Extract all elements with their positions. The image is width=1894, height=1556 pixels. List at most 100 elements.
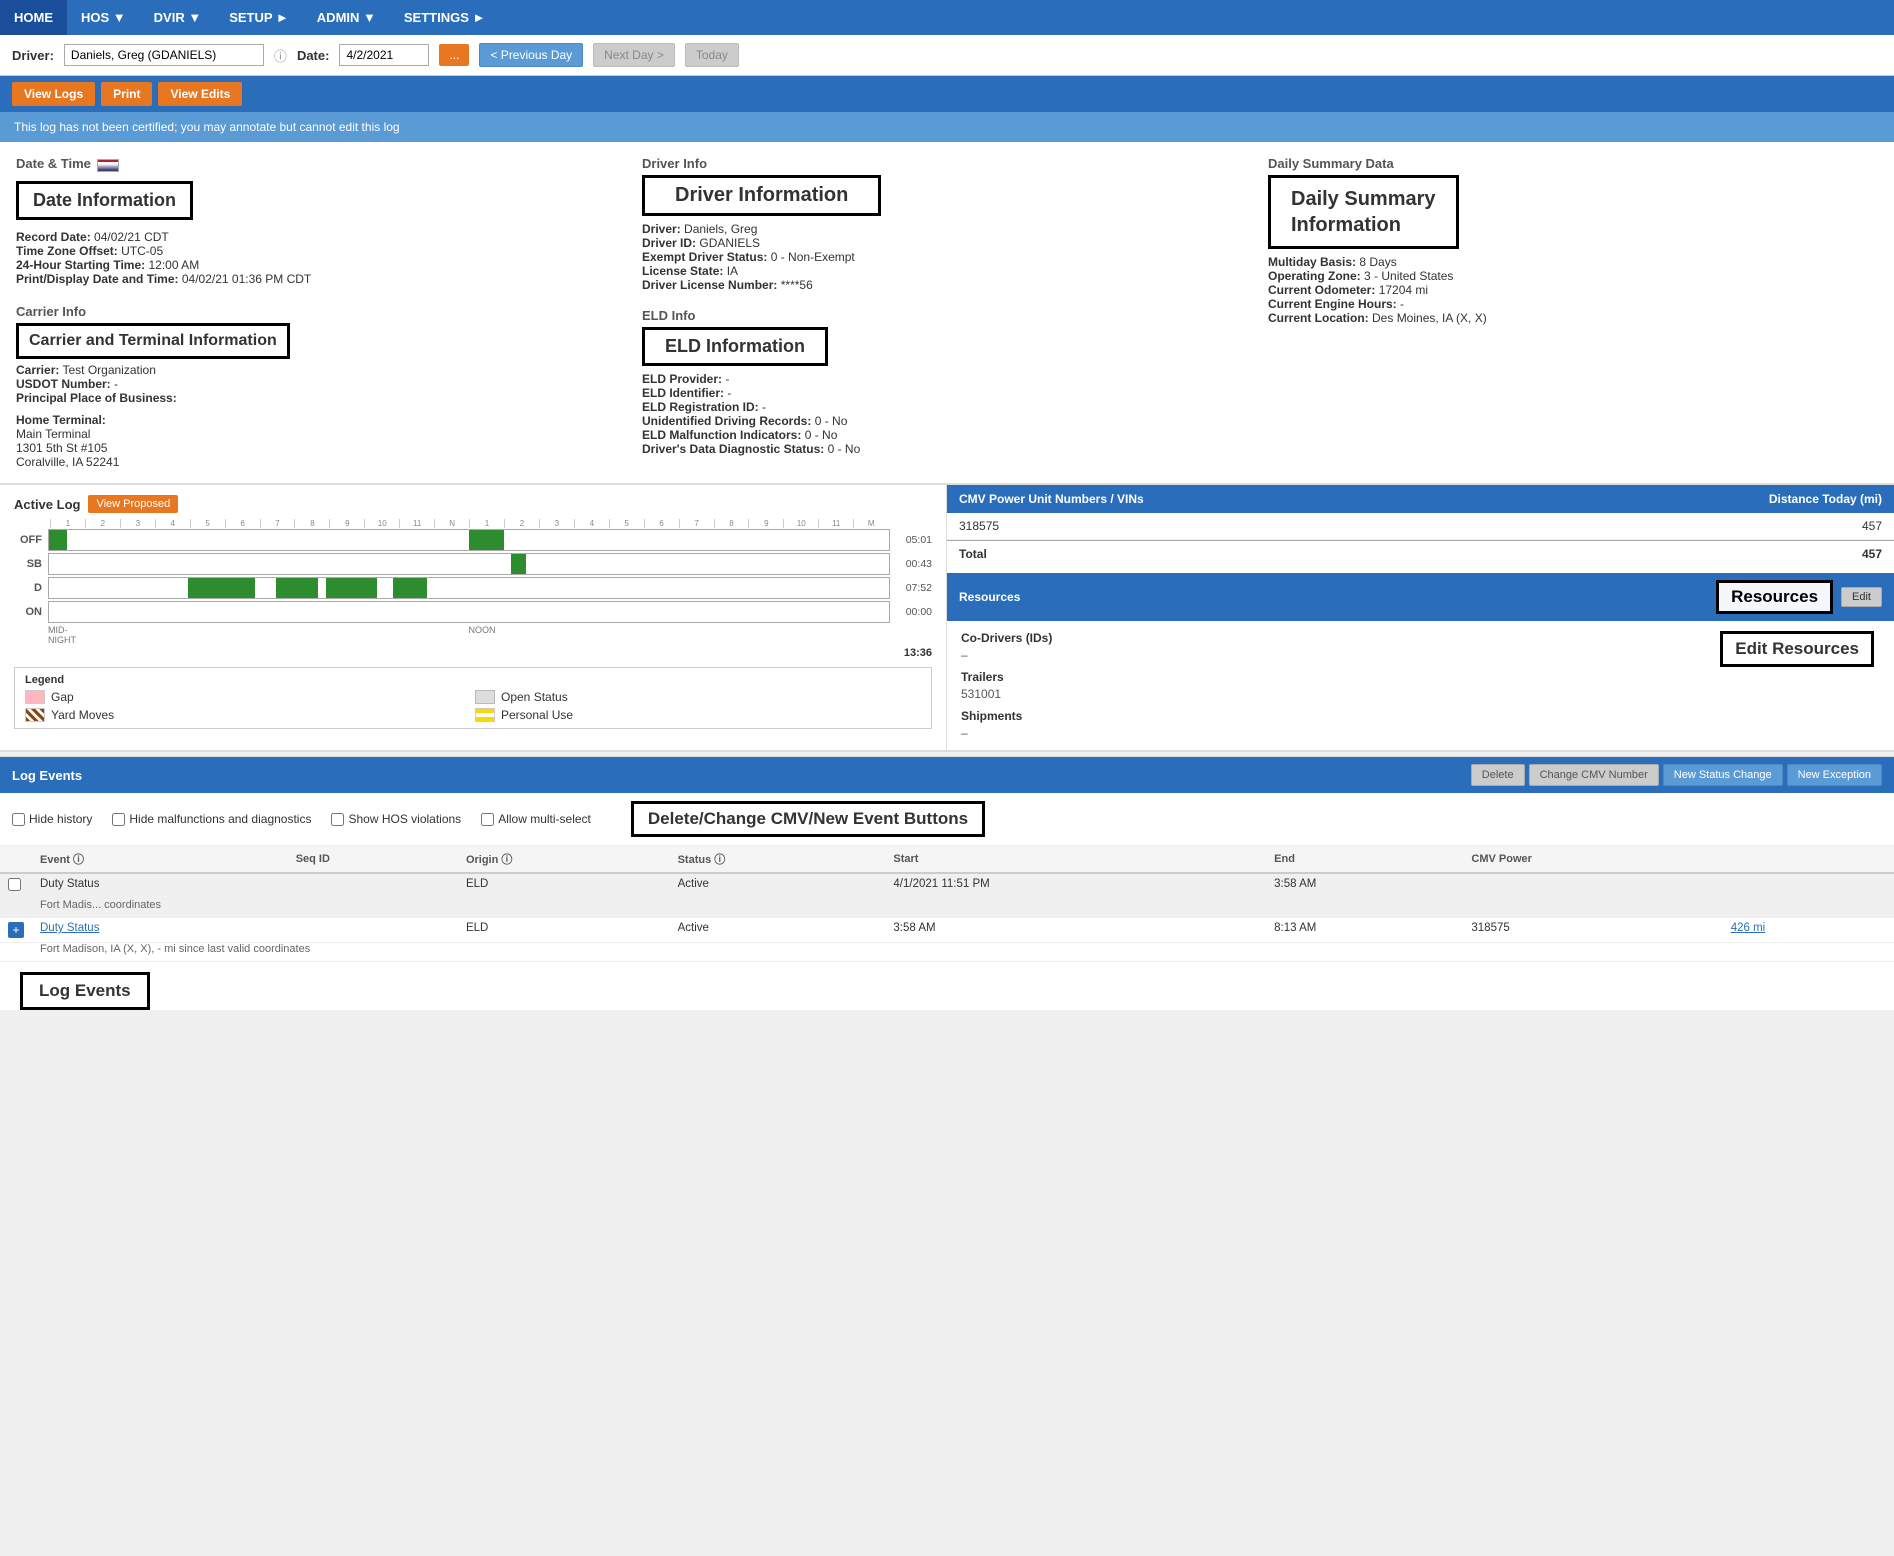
nav-settings[interactable]: SETTINGS ► — [390, 0, 500, 35]
add-row-icon[interactable]: + — [8, 922, 24, 938]
next-day-button: Next Day > — [593, 43, 675, 67]
date-input[interactable] — [339, 44, 429, 66]
cmv-row-total: Total 457 — [947, 540, 1894, 567]
row1-checkbox-cell — [0, 873, 32, 899]
filter-show-violations[interactable]: Show HOS violations — [331, 812, 461, 826]
trailers-label: Trailers — [961, 670, 1880, 684]
home-terminal-address1: 1301 5th St #105 — [16, 441, 626, 455]
right-panel: CMV Power Unit Numbers / VINs Distance T… — [947, 485, 1894, 750]
nav-setup[interactable]: SETUP ► — [215, 0, 303, 35]
record-date: Record Date: 04/02/21 CDT — [16, 230, 626, 244]
resources-annotation: Resources — [1716, 580, 1833, 614]
filter-hide-history[interactable]: Hide history — [12, 812, 92, 826]
active-log-label: Active Log — [14, 497, 80, 512]
notice-text: This log has not been certified; you may… — [14, 120, 400, 134]
view-edits-button[interactable]: View Edits — [158, 82, 242, 106]
trailers-value: 531001 — [961, 687, 1880, 701]
cmv-unit-0: 318575 — [959, 519, 1421, 533]
driver-id-field: Driver ID: GDANIELS — [642, 236, 1252, 250]
date-label: Date: — [297, 48, 330, 63]
exempt-status-field: Exempt Driver Status: 0 - Non-Exempt — [642, 250, 1252, 264]
nav-home[interactable]: HOME — [0, 0, 67, 35]
daily-summary-title: Daily Summary Data — [1268, 156, 1878, 171]
new-status-change-button[interactable]: New Status Change — [1663, 764, 1783, 786]
change-cmv-button[interactable]: Change CMV Number — [1529, 764, 1659, 786]
timezone-offset: Time Zone Offset: UTC-05 — [16, 244, 626, 258]
delete-button[interactable]: Delete — [1471, 764, 1525, 786]
table-sub-row: Fort Madis... coordinates — [0, 899, 1894, 918]
allow-multiselect-checkbox[interactable] — [481, 813, 494, 826]
row2-origin: ELD — [458, 918, 670, 943]
gap-label: Gap — [51, 690, 74, 704]
row1-cmv-power — [1463, 873, 1722, 899]
view-logs-button[interactable]: View Logs — [12, 82, 95, 106]
cmv-unit-total: Total — [959, 547, 1421, 561]
resources-header: Resources Resources Edit — [947, 573, 1894, 621]
row2-add-icon-cell: + — [0, 918, 32, 943]
hide-history-checkbox[interactable] — [12, 813, 25, 826]
legend: Legend Gap Open Status Yard Moves Person… — [14, 667, 932, 729]
hide-malfunctions-checkbox[interactable] — [112, 813, 125, 826]
legend-title: Legend — [25, 674, 921, 686]
personal-use-label: Personal Use — [501, 708, 573, 722]
eld-info-section: ELD Info ELD Information ELD Provider: -… — [642, 308, 1252, 456]
row2-status: Active — [670, 918, 886, 943]
date-picker-button[interactable]: ... — [439, 44, 469, 66]
shipments-value: – — [961, 726, 1880, 740]
starting-time: 24-Hour Starting Time: 12:00 AM — [16, 258, 626, 272]
row1-checkbox[interactable] — [8, 878, 21, 891]
col-cmv-power: CMV Power — [1463, 846, 1722, 873]
today-button: Today — [685, 43, 739, 67]
ppob: Principal Place of Business: — [16, 391, 626, 405]
log-filters: Hide history Hide malfunctions and diagn… — [0, 793, 1894, 846]
row1-distance — [1723, 873, 1894, 899]
row1-start: 4/1/2021 11:51 PM — [885, 873, 1266, 899]
delete-change-annotation: Delete/Change CMV/New Event Buttons — [631, 801, 985, 837]
edit-resources-button[interactable]: Edit — [1841, 587, 1882, 607]
col-status: Status ⓘ — [670, 846, 886, 873]
carrier-info-section: Carrier Info Carrier and Terminal Inform… — [16, 304, 626, 469]
driver-input[interactable] — [64, 44, 264, 66]
prev-day-button[interactable]: < Previous Day — [479, 43, 583, 67]
unidentified-records: Unidentified Driving Records: 0 - No — [642, 414, 1252, 428]
driver-label: Driver: — [12, 48, 54, 63]
driver-info-title: Driver Info — [642, 156, 1252, 171]
row2-event-link[interactable]: Duty Status — [40, 922, 99, 934]
print-date: Print/Display Date and Time: 04/02/21 01… — [16, 272, 626, 286]
col-distance — [1723, 846, 1894, 873]
log-events-section: Log Events Delete Change CMV Number New … — [0, 756, 1894, 1010]
cmv-section: CMV Power Unit Numbers / VINs Distance T… — [947, 485, 1894, 567]
chart-row-off: OFF 05:01 — [14, 529, 932, 551]
new-exception-button[interactable]: New Exception — [1787, 764, 1882, 786]
row2-distance-link[interactable]: 426 mi — [1731, 922, 1766, 934]
eld-reg-id: ELD Registration ID: - — [642, 400, 1252, 414]
filter-allow-multiselect[interactable]: Allow multi-select — [481, 812, 591, 826]
table-row: + Duty Status ELD Active 3:58 AM 8:13 AM… — [0, 918, 1894, 943]
action-bar: View Logs Print View Edits — [0, 76, 1894, 112]
cmv-distance-0: 457 — [1421, 519, 1883, 533]
carrier-name: Carrier: Test Organization — [16, 363, 626, 377]
print-button[interactable]: Print — [101, 82, 152, 106]
nav-hos[interactable]: HOS ▼ — [67, 0, 140, 35]
log-events-annotation-box: Log Events — [20, 972, 150, 1010]
driver-info-annotation: Driver Information — [642, 175, 881, 216]
log-events-buttons: Delete Change CMV Number New Status Chan… — [1471, 764, 1882, 786]
filter-hide-malfunctions[interactable]: Hide malfunctions and diagnostics — [112, 812, 311, 826]
chart-row-sb: SB 00:43 — [14, 553, 932, 575]
daily-summary-annotation: Daily SummaryInformation — [1268, 175, 1459, 249]
resources-section: Resources Resources Edit Edit Resources … — [947, 573, 1894, 750]
cmv-distance-total: 457 — [1421, 547, 1883, 561]
notice-bar: This log has not been certified; you may… — [0, 112, 1894, 142]
date-time-section: Date & Time Date Information Record Date… — [16, 156, 626, 286]
show-violations-checkbox[interactable] — [331, 813, 344, 826]
col-seq-id: Seq ID — [288, 846, 458, 873]
log-events-header: Log Events Delete Change CMV Number New … — [0, 757, 1894, 793]
nav-dvir[interactable]: DVIR ▼ — [140, 0, 216, 35]
driver-info-icon[interactable]: ⓘ — [274, 46, 287, 65]
resources-title: Resources — [959, 590, 1020, 604]
diagnostic-status: Driver's Data Diagnostic Status: 0 - No — [642, 442, 1252, 456]
top-nav: HOME HOS ▼ DVIR ▼ SETUP ► ADMIN ▼ SETTIN… — [0, 0, 1894, 35]
nav-admin[interactable]: ADMIN ▼ — [303, 0, 390, 35]
view-proposed-button[interactable]: View Proposed — [88, 495, 178, 513]
axis-noon: NOON — [469, 625, 496, 645]
